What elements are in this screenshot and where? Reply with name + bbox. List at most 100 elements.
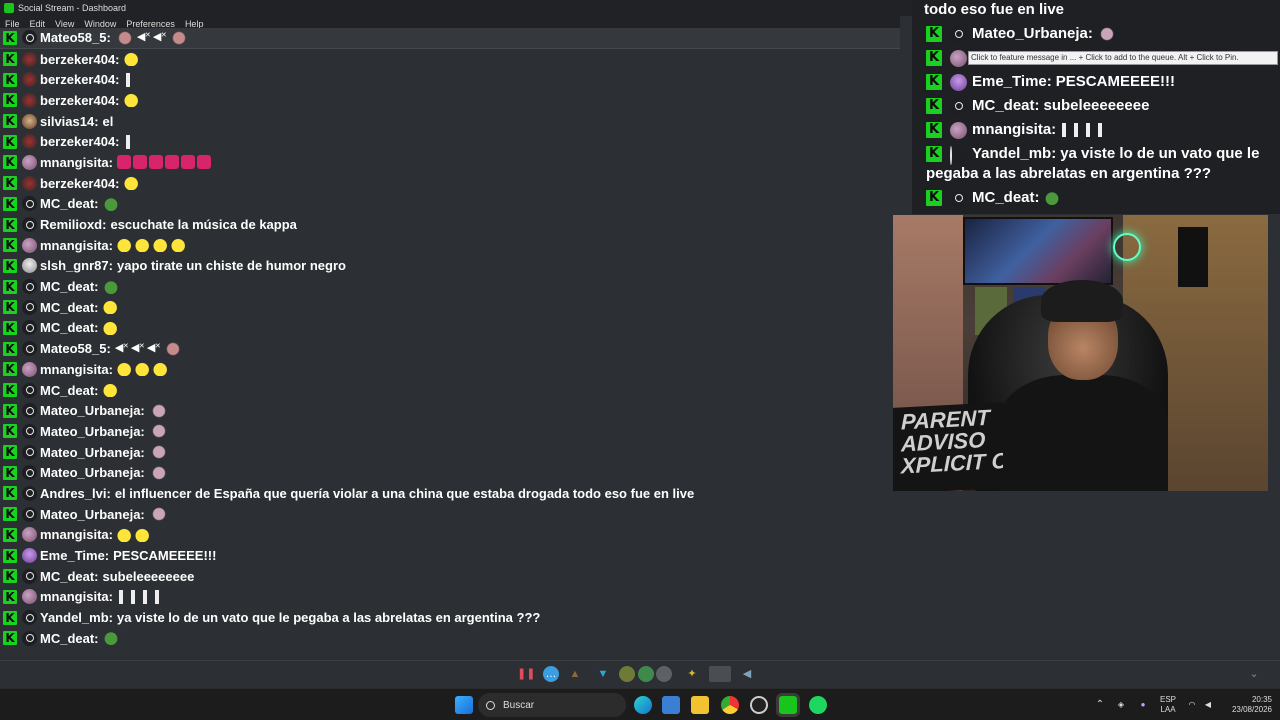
chat-message[interactable]: K MC_deat: subeleeeeeeee xyxy=(0,566,900,587)
dance-emote-icon xyxy=(168,30,189,45)
chat-message[interactable]: K Remilioxd: escuchate la música de kappa xyxy=(0,214,900,235)
kick-icon: K xyxy=(3,134,17,149)
clock[interactable]: 20:35 23/08/2026 xyxy=(1222,689,1272,720)
chat-message[interactable]: Kberzeker404: xyxy=(0,131,900,152)
file-explorer-icon[interactable] xyxy=(691,696,709,714)
message-text: PESCAMEEEE!!! xyxy=(113,548,217,564)
volume-icon[interactable]: ◀ xyxy=(1202,689,1214,720)
chat-message[interactable]: Kberzeker404: xyxy=(0,173,900,194)
chat-list[interactable]: KMateo58_5:Kberzeker404:Kberzeker404:Kbe… xyxy=(0,28,900,658)
filter-icon[interactable]: ▼ xyxy=(595,666,611,682)
avatar xyxy=(950,189,967,207)
kick-icon: K xyxy=(926,26,942,42)
yellow-emote-icon xyxy=(152,238,169,253)
chat-message[interactable]: Ksilvias14: el xyxy=(0,111,900,132)
message-text: yapo tirate un chiste de humor negro xyxy=(116,258,346,274)
chat-message[interactable]: K Yandel_mb: ya viste lo de un vato que le… xyxy=(926,144,1268,184)
chat-message[interactable]: K Yandel_mb: ya viste lo de un vato que le… xyxy=(0,607,900,628)
avatar xyxy=(22,154,37,170)
emote-group xyxy=(148,507,169,522)
wifi-icon[interactable]: ◠ xyxy=(1186,689,1198,720)
yellow-emote-icon xyxy=(152,362,169,377)
chat-message[interactable]: Kberzeker404: xyxy=(0,90,900,111)
collapse-icon[interactable]: ⌄ xyxy=(1246,666,1262,682)
emote-group xyxy=(148,424,169,439)
kick-icon: K xyxy=(926,98,942,114)
avatar xyxy=(950,121,967,139)
username: MC_deat: xyxy=(40,279,99,295)
chat-message[interactable]: Kmnangisita: xyxy=(0,235,900,256)
chat-bubble-icon[interactable]: … xyxy=(543,666,559,682)
menu-item-view[interactable]: View xyxy=(50,19,79,29)
search-icon xyxy=(486,700,495,710)
store-icon[interactable] xyxy=(662,696,680,714)
chat-message[interactable]: Kmnangisita: xyxy=(926,120,1268,140)
chrome-icon[interactable] xyxy=(721,696,739,714)
chat-message[interactable]: Kslsh_gnr87: yapo tirate un chiste de hum… xyxy=(0,256,900,277)
menu-item-window[interactable]: Window xyxy=(79,19,121,29)
tray-chevron-icon[interactable]: ⌃ xyxy=(1094,689,1106,720)
emoji-icon[interactable] xyxy=(619,666,635,682)
chat-message[interactable]: Kberzeker404: xyxy=(0,49,900,70)
obs-icon[interactable] xyxy=(750,696,768,714)
windows-taskbar: Buscar ⌃ ◈ ● ESP LAA ◠ ◀ 20:35 23/08/202… xyxy=(0,688,1280,720)
chat-message[interactable]: K Eme_Time: PESCAMEEEE!!! xyxy=(926,72,1268,92)
hand-emote-icon xyxy=(116,589,127,604)
chat-message[interactable]: Kmnangisita: xyxy=(0,152,900,173)
hand-emote-icon xyxy=(1072,123,1083,137)
menu-item-edit[interactable]: Edit xyxy=(25,19,51,29)
chat-message[interactable]: K MC_deat: xyxy=(926,188,1268,208)
chat-message[interactable]: Kberzeker404: xyxy=(0,69,900,90)
dashboard-toolbar: ❚❚ … ▲ ▼ ✦ ◀ ⌄ xyxy=(0,660,1280,686)
chat-message[interactable]: K Mateo_Urbaneja: xyxy=(926,24,1268,44)
chat-message[interactable]: Kmnangisita: xyxy=(0,587,900,608)
language-indicator[interactable]: ESP LAA xyxy=(1156,689,1180,720)
chat-message[interactable]: K MC_deat: xyxy=(0,628,900,649)
chat-message[interactable]: K MC_deat: subeleeeeeeee xyxy=(926,96,1268,116)
star-icon[interactable] xyxy=(656,666,672,682)
chat-message[interactable]: K MC_deat: xyxy=(0,297,900,318)
menu-item-file[interactable]: File xyxy=(0,19,25,29)
avatar xyxy=(22,217,37,233)
chat-message[interactable]: K Andres_lvi: el influencer de España que … xyxy=(0,483,900,504)
pink-emote-icon xyxy=(148,155,163,170)
bell-icon[interactable]: ▲ xyxy=(567,666,583,682)
edge-icon[interactable] xyxy=(634,696,652,714)
microphone-icon[interactable]: ● xyxy=(1136,689,1150,720)
chat-message[interactable]: K Mateo_Urbaneja: xyxy=(0,504,900,525)
social-stream-icon[interactable] xyxy=(779,696,797,714)
chat-message[interactable]: K Mateo58_5: xyxy=(0,28,900,49)
broom-icon[interactable]: ✦ xyxy=(684,666,700,682)
emote-group xyxy=(116,527,151,542)
chat-message[interactable]: K Eme_Time: PESCAMEEEE!!! xyxy=(0,545,900,566)
emote-group xyxy=(123,72,134,87)
chat-message[interactable]: K Mateo_Urbaneja: xyxy=(0,400,900,421)
chat-message[interactable]: K Mateo_Urbaneja: xyxy=(0,442,900,463)
chat-message[interactable]: Kmnangisita: xyxy=(0,525,900,546)
kick-icon: K xyxy=(3,362,17,377)
chat-message[interactable]: K Mateo58_5: xyxy=(0,338,900,359)
menu-item-preferences[interactable]: Preferences xyxy=(121,19,180,29)
chat-message[interactable]: Kmnangisita: xyxy=(0,359,900,380)
chat-message[interactable]: K Mateo_Urbaneja: xyxy=(0,462,900,483)
username: MC_deat: xyxy=(40,320,99,336)
username: berzeker404: xyxy=(40,175,120,191)
speaker-icon[interactable]: ◀ xyxy=(739,666,755,682)
spotify-icon[interactable] xyxy=(809,696,827,714)
chat-message[interactable]: K Mateo_Urbaneja: xyxy=(0,421,900,442)
chat-message[interactable]: K MC_deat: xyxy=(0,276,900,297)
menu-item-help[interactable]: Help xyxy=(180,19,209,29)
refresh-icon[interactable] xyxy=(638,666,654,682)
tray-apps-icon[interactable]: ◈ xyxy=(1114,689,1128,720)
windows-start-icon[interactable] xyxy=(455,696,473,714)
yellow-emote-icon xyxy=(134,238,151,253)
taskbar-search[interactable]: Buscar xyxy=(478,693,626,717)
chat-message[interactable]: K MC_deat: xyxy=(0,318,900,339)
chat-message[interactable]: K MC_deat: xyxy=(0,380,900,401)
chat-message[interactable]: K MC_deat: xyxy=(0,194,900,215)
keyboard-icon[interactable] xyxy=(709,666,731,682)
clock-date: 23/08/2026 xyxy=(1231,705,1272,714)
pause-icon[interactable]: ❚❚ xyxy=(517,666,535,682)
avatar xyxy=(22,341,37,357)
avatar xyxy=(22,320,37,336)
